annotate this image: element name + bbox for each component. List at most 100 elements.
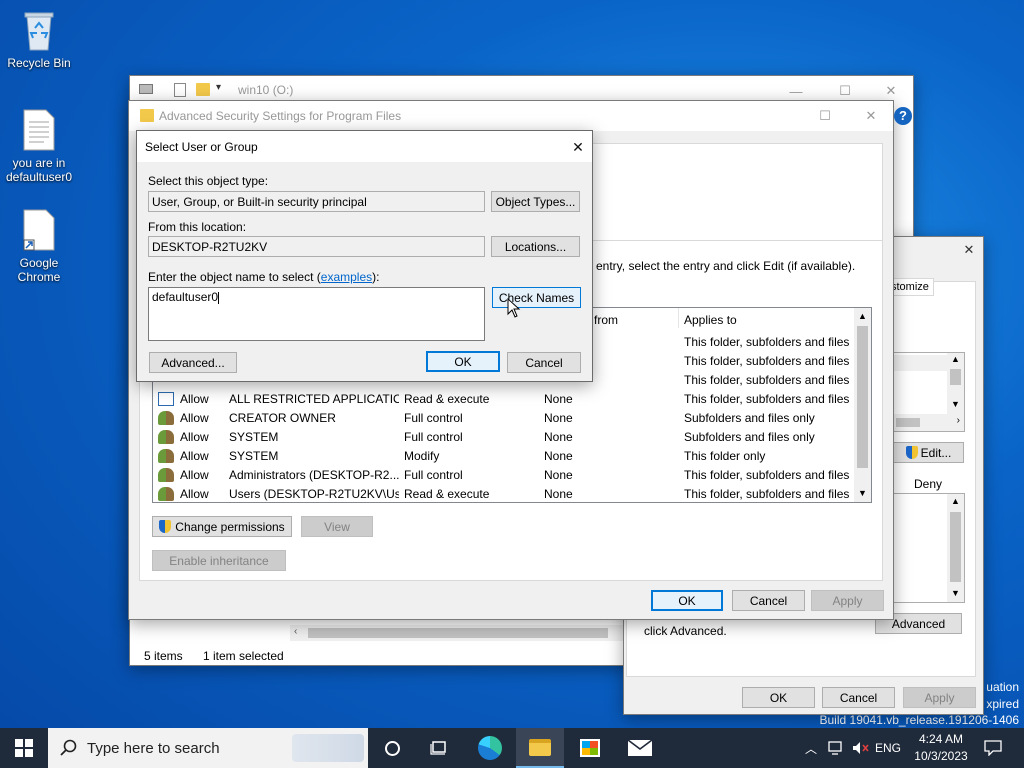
inherited-cell: None [544, 392, 573, 406]
cortana-icon [384, 740, 400, 756]
table-row[interactable]: Allow Administrators (DESKTOP-R2... Full… [153, 466, 853, 485]
applies-to-cell: Subfolders and files only [684, 430, 815, 444]
file-explorer-icon [529, 738, 551, 756]
chevron-down-icon[interactable]: ▾ [216, 82, 221, 93]
column-divider [678, 308, 679, 328]
taskbar-file-explorer-button[interactable] [516, 728, 564, 768]
action-center-button[interactable] [978, 728, 1008, 768]
scroll-thumb[interactable] [308, 628, 608, 638]
help-icon[interactable]: ? [894, 107, 912, 125]
notification-icon [984, 740, 1002, 756]
type-cell: Allow [180, 487, 209, 501]
locations-button[interactable]: Locations... [491, 236, 580, 257]
change-permissions-label: Change permissions [175, 519, 285, 534]
properties-apply-button[interactable]: Apply [903, 687, 976, 708]
table-row[interactable]: Allow CREATOR OWNER Full control None Su… [153, 409, 853, 428]
scroll-down-icon[interactable]: ▼ [951, 588, 960, 598]
scroll-left-icon[interactable]: ‹ [294, 626, 297, 637]
properties-list-hscroll[interactable]: › [894, 414, 964, 431]
enter-name-label-text: Enter the object name to select ( [148, 270, 321, 284]
clock-date: 10/3/2023 [914, 749, 968, 763]
task-view-icon [430, 741, 446, 755]
show-hidden-icons-button[interactable]: ︿ [800, 728, 822, 768]
select-user-advanced-button[interactable]: Advanced... [149, 352, 237, 373]
scroll-thumb[interactable] [896, 418, 920, 427]
properties-list-top: ▲ ▼ › [893, 352, 965, 432]
chevron-up-icon: ︿ [804, 741, 817, 756]
table-row[interactable]: Allow ALL RESTRICTED APPLICATIO... Read … [153, 390, 853, 409]
desktop-icon-recycle-bin[interactable]: Recycle Bin [4, 8, 74, 70]
select-user-ok-button[interactable]: OK [426, 351, 500, 372]
network-icon[interactable] [824, 728, 848, 768]
enable-inheritance-button[interactable]: Enable inheritance [152, 550, 286, 571]
object-type-label: Select this object type: [148, 174, 269, 188]
taskbar-mail-button[interactable] [616, 728, 664, 768]
special-permissions-text: click Advanced. [644, 624, 727, 638]
tab-customize[interactable]: stomize [887, 278, 934, 296]
mouse-cursor-icon [507, 297, 521, 321]
taskbar-edge-button[interactable] [466, 728, 514, 768]
scroll-down-icon[interactable]: ▼ [858, 488, 867, 498]
check-names-button[interactable]: Check Names [492, 287, 581, 308]
properties-edit-button[interactable]: Edit... [893, 442, 964, 463]
column-header-applies-to[interactable]: Applies to [684, 313, 844, 327]
access-cell: Read & execute [404, 392, 490, 406]
folder-icon[interactable] [196, 83, 210, 96]
volume-muted-icon[interactable] [850, 728, 872, 768]
scroll-thumb[interactable] [950, 369, 961, 385]
taskbar-store-button[interactable] [566, 728, 614, 768]
scroll-thumb[interactable] [950, 512, 961, 582]
perm-list-vscroll[interactable]: ▲ ▼ [947, 494, 964, 602]
users-icon [158, 468, 174, 482]
close-button[interactable]: ✕ [555, 132, 601, 162]
scroll-up-icon[interactable]: ▲ [951, 354, 960, 364]
properties-list-vscroll[interactable]: ▲ ▼ [947, 353, 964, 415]
users-icon [158, 487, 174, 501]
object-types-button[interactable]: Object Types... [491, 191, 580, 212]
select-user-cancel-button[interactable]: Cancel [507, 352, 581, 373]
scroll-up-icon[interactable]: ▲ [858, 311, 867, 321]
view-button[interactable]: View [301, 516, 373, 537]
advanced-security-ok-button[interactable]: OK [651, 590, 723, 611]
table-row[interactable]: Allow Users (DESKTOP-R2TU2KV\Us... Read … [153, 485, 853, 502]
search-icon [60, 739, 77, 756]
task-view-cortana-button[interactable] [370, 728, 414, 768]
list-vscroll[interactable]: ▲ ▼ [854, 308, 871, 502]
start-button[interactable] [0, 728, 48, 768]
scroll-down-icon[interactable]: ▼ [951, 399, 960, 409]
examples-link[interactable]: examples [321, 270, 372, 284]
scroll-right-icon[interactable]: › [957, 415, 960, 426]
advanced-security-apply-button[interactable]: Apply [811, 590, 884, 611]
scroll-thumb[interactable] [857, 326, 868, 468]
table-row[interactable]: Allow SYSTEM Full control None Subfolder… [153, 428, 853, 447]
principal-cell: CREATOR OWNER [229, 411, 336, 425]
taskbar-search-box[interactable]: Type here to search [48, 728, 368, 768]
scroll-up-icon[interactable]: ▲ [951, 496, 960, 506]
advanced-security-cancel-button[interactable]: Cancel [732, 590, 805, 611]
properties-cancel-button[interactable]: Cancel [822, 687, 895, 708]
restricted-app-icon [158, 392, 174, 406]
desktop-icon-text-file[interactable]: you are in defaultuser0 [4, 108, 74, 184]
users-icon [158, 449, 174, 463]
clock-time: 4:24 AM [918, 732, 964, 746]
close-button[interactable]: ✕ [848, 101, 894, 131]
table-row[interactable]: Allow SYSTEM Modify None This folder onl… [153, 447, 853, 466]
desktop-icon-google-chrome[interactable]: Google Chrome [4, 208, 74, 284]
task-view-button[interactable] [416, 728, 462, 768]
access-cell: Modify [404, 449, 440, 463]
properties-close-button[interactable]: ✕ [946, 235, 992, 265]
taskbar-clock[interactable]: 4:24 AM 10/3/2023 [906, 728, 976, 768]
input-language-indicator[interactable]: ENG [872, 728, 904, 768]
applies-to-cell: This folder, subfolders and files [684, 487, 850, 501]
object-name-input[interactable]: defaultuser0 [148, 287, 485, 341]
maximize-button[interactable]: ☐ [802, 101, 848, 131]
properties-icon[interactable] [174, 83, 186, 97]
type-cell: Allow [180, 430, 209, 444]
column-header-inherited-from[interactable]: from [594, 313, 684, 327]
properties-ok-button[interactable]: OK [742, 687, 815, 708]
search-highlight-icon [292, 734, 364, 762]
object-name-value: defaultuser0 [152, 290, 219, 304]
users-icon [158, 411, 174, 425]
change-permissions-button[interactable]: Change permissions [152, 516, 292, 537]
taskbar: Type here to search ︿ ENG 4:24 AM 10/3/2… [0, 728, 1024, 768]
